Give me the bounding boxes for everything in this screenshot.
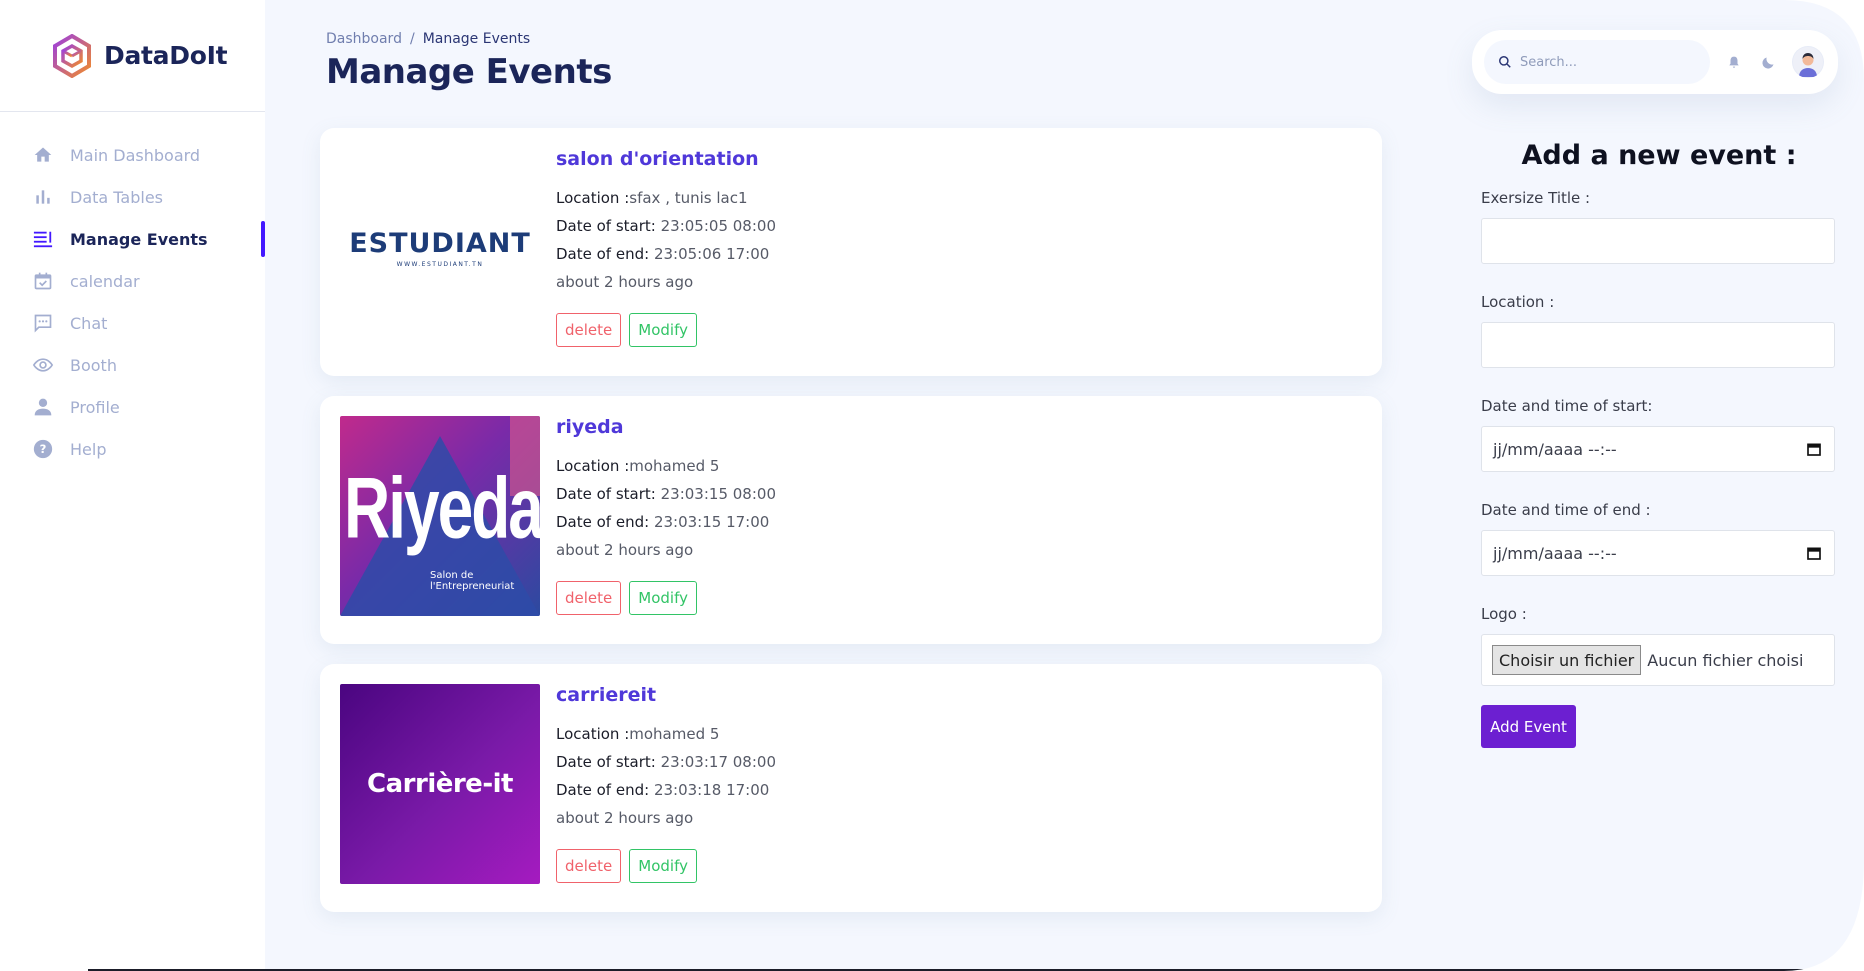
breadcrumb-separator: /	[409, 31, 415, 47]
sidebar-item-label: Chat	[70, 313, 108, 333]
eye-icon	[32, 354, 54, 376]
delete-button[interactable]: delete	[556, 849, 622, 883]
event-info: carriereit Location :mohamed 5 Date of s…	[556, 684, 776, 883]
sidebar-item-chat[interactable]: Chat	[0, 302, 265, 344]
start-datetime-input[interactable]: jj/mm/aaaa --:--	[1481, 426, 1835, 472]
event-location: Location :mohamed 5	[556, 725, 720, 743]
event-location: Location :sfax , tunis lac1	[556, 189, 748, 207]
event-card: Carrière-it carriereit Location :mohamed…	[320, 664, 1382, 912]
breadcrumb-dashboard-link[interactable]: Dashboard	[326, 31, 402, 47]
event-timestamp: about 2 hours ago	[556, 809, 694, 827]
event-logo-riyeda: Riyeda Salon de l'Entrepreneuriat	[340, 416, 540, 616]
logo-icon	[53, 33, 91, 78]
sidebar-item-label: Data Tables	[70, 187, 163, 207]
help-icon: ?	[32, 438, 54, 460]
page-title: Manage Events	[326, 52, 612, 92]
file-status: Aucun fichier choisi	[1647, 650, 1804, 670]
events-list: ESTUDIANT WWW.ESTUDIANT.TN salon d'orien…	[320, 128, 1382, 932]
sidebar-item-label: Profile	[70, 397, 120, 417]
event-title[interactable]: salon d'orientation	[556, 148, 776, 170]
brand-name: DataDoIt	[104, 41, 228, 70]
title-input[interactable]	[1481, 218, 1835, 264]
search-input[interactable]	[1520, 54, 1690, 70]
add-event-button[interactable]: Add Event	[1481, 705, 1576, 748]
event-info: riyeda Location :mohamed 5 Date of start…	[556, 416, 776, 615]
event-logo-text: Carrière-it	[367, 769, 513, 799]
event-actions: delete Modify	[556, 313, 776, 347]
sidebar-item-booth[interactable]: Booth	[0, 344, 265, 386]
event-logo-subtext: WWW.ESTUDIANT.TN	[396, 261, 484, 268]
sidebar-item-main-dashboard[interactable]: Main Dashboard	[0, 134, 265, 176]
calendar-icon	[32, 270, 54, 292]
svg-text:?: ?	[40, 442, 47, 456]
sidebar-item-help[interactable]: ? Help	[0, 428, 265, 470]
delete-button[interactable]: delete	[556, 581, 622, 615]
event-start: Date of start: 23:03:15 08:00	[556, 485, 776, 503]
event-actions: delete Modify	[556, 581, 776, 615]
logo-file-input: Choisir un fichier Aucun fichier choisi	[1481, 634, 1835, 686]
bell-icon[interactable]	[1724, 52, 1744, 72]
event-logo-subtext: Salon de l'Entrepreneuriat	[430, 570, 515, 592]
end-datetime-input[interactable]: jj/mm/aaaa --:--	[1481, 530, 1835, 576]
search-box	[1484, 40, 1710, 84]
brand[interactable]: DataDoIt	[0, 0, 265, 112]
bar-chart-icon	[32, 186, 54, 208]
event-card: ESTUDIANT WWW.ESTUDIANT.TN salon d'orien…	[320, 128, 1382, 376]
event-logo-carriereit: Carrière-it	[340, 684, 540, 884]
event-info: salon d'orientation Location :sfax , tun…	[556, 148, 776, 347]
event-timestamp: about 2 hours ago	[556, 273, 694, 291]
event-end: Date of end: 23:05:06 17:00	[556, 245, 770, 263]
sidebar-item-profile[interactable]: Profile	[0, 386, 265, 428]
home-icon	[32, 144, 54, 166]
event-actions: delete Modify	[556, 849, 776, 883]
sidebar-item-label: Manage Events	[70, 229, 208, 249]
event-logo-text: Riyeda	[344, 459, 540, 557]
breadcrumb-current: Manage Events	[422, 31, 531, 47]
event-card: Riyeda Salon de l'Entrepreneuriat riyeda…	[320, 396, 1382, 644]
event-logo-estudiant: ESTUDIANT WWW.ESTUDIANT.TN	[340, 148, 540, 348]
location-input[interactable]	[1481, 322, 1835, 368]
event-title[interactable]: riyeda	[556, 416, 776, 438]
person-icon	[32, 396, 54, 418]
modify-button[interactable]: Modify	[629, 849, 697, 883]
sidebar-item-label: Booth	[70, 355, 117, 375]
event-logo-text: ESTUDIANT	[349, 228, 531, 259]
delete-button[interactable]: delete	[556, 313, 622, 347]
window-corner	[1784, 0, 1864, 971]
breadcrumb: Dashboard / Manage Events	[326, 31, 530, 47]
event-start: Date of start: 23:05:05 08:00	[556, 217, 776, 235]
moon-icon[interactable]	[1758, 52, 1778, 72]
sidebar-nav: Main Dashboard Data Tables Manage Events…	[0, 134, 265, 470]
modify-button[interactable]: Modify	[629, 313, 697, 347]
sidebar-item-data-tables[interactable]: Data Tables	[0, 176, 265, 218]
sidebar-item-label: Help	[70, 439, 107, 459]
sidebar-item-label: calendar	[70, 271, 140, 291]
search-icon	[1499, 56, 1511, 68]
choose-file-button[interactable]: Choisir un fichier	[1492, 645, 1642, 675]
event-title[interactable]: carriereit	[556, 684, 776, 706]
sidebar: DataDoIt Main Dashboard Data Tables Mana…	[0, 0, 265, 971]
event-timestamp: about 2 hours ago	[556, 541, 694, 559]
modify-button[interactable]: Modify	[629, 581, 697, 615]
sidebar-item-manage-events[interactable]: Manage Events	[0, 218, 265, 260]
event-location: Location :mohamed 5	[556, 457, 720, 475]
list-icon	[32, 228, 54, 250]
event-start: Date of start: 23:03:17 08:00	[556, 753, 776, 771]
end-datetime-placeholder: jj/mm/aaaa --:--	[1493, 543, 1617, 563]
sidebar-item-calendar[interactable]: calendar	[0, 260, 265, 302]
event-end: Date of end: 23:03:18 17:00	[556, 781, 770, 799]
chat-icon	[32, 312, 54, 334]
event-end: Date of end: 23:03:15 17:00	[556, 513, 770, 531]
start-datetime-placeholder: jj/mm/aaaa --:--	[1493, 439, 1617, 459]
sidebar-item-label: Main Dashboard	[70, 145, 201, 165]
